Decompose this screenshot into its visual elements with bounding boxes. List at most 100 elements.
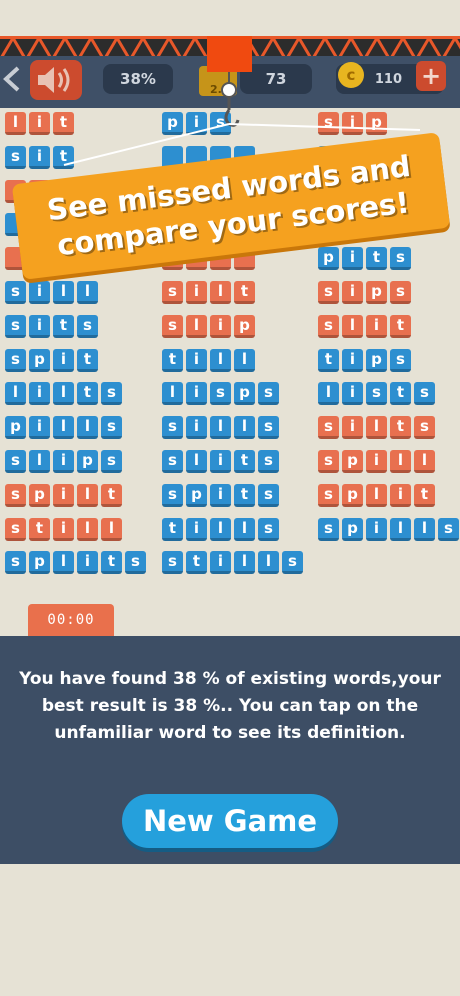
letter-tile: s: [77, 314, 98, 338]
letter-tile: l: [186, 450, 207, 473]
letter-tile: s: [162, 551, 183, 575]
letter-tile: l: [414, 450, 435, 473]
letter-tile: s: [390, 348, 411, 372]
letter-tile: s: [366, 382, 387, 406]
letter-tile: l: [414, 517, 435, 541]
letter-tile: i: [210, 450, 231, 473]
letter-tile: s: [162, 450, 183, 473]
letter-tile: l: [77, 483, 98, 507]
word-entry[interactable]: spits: [162, 483, 279, 507]
letter-tile: t: [414, 483, 435, 507]
letter-tile: s: [101, 416, 122, 440]
letter-tile: s: [162, 483, 183, 507]
letter-tile: l: [53, 382, 74, 406]
word-entry[interactable]: lilts: [5, 382, 122, 406]
word-entry[interactable]: tills: [162, 517, 279, 541]
word-entry[interactable]: slip: [162, 314, 255, 338]
letter-tile: i: [390, 483, 411, 507]
word-entry[interactable]: split: [318, 483, 435, 507]
letter-tile: s: [5, 348, 26, 372]
word-entry[interactable]: silts: [318, 416, 435, 440]
word-entry[interactable]: lists: [318, 382, 435, 406]
letter-tile: i: [210, 314, 231, 338]
letter-tile: l: [234, 348, 255, 372]
letter-tile: l: [162, 382, 183, 406]
word-entry[interactable]: slits: [162, 450, 279, 473]
letter-tile: s: [438, 517, 459, 541]
letter-tile: l: [390, 517, 411, 541]
letter-tile: l: [210, 416, 231, 440]
word-entry[interactable]: slips: [5, 450, 122, 473]
letter-tile: s: [162, 416, 183, 440]
letter-tile: i: [53, 517, 74, 541]
letter-tile: i: [186, 348, 207, 372]
word-entry[interactable]: lisps: [162, 382, 279, 406]
letter-tile: t: [162, 348, 183, 372]
letter-tile: s: [101, 450, 122, 473]
word-entry[interactable]: spilt: [5, 483, 122, 507]
letter-tile: i: [186, 382, 207, 406]
letter-tile: s: [258, 517, 279, 541]
letter-tile: s: [258, 483, 279, 507]
letter-tile: l: [210, 517, 231, 541]
letter-tile: i: [53, 483, 74, 507]
word-entry[interactable]: still: [5, 517, 122, 541]
word-entry[interactable]: spill: [318, 450, 435, 473]
letter-tile: i: [342, 348, 363, 372]
letter-tile: i: [29, 416, 50, 440]
letter-tile: i: [366, 450, 387, 473]
letter-tile: i: [77, 551, 98, 575]
letter-tile: s: [258, 382, 279, 406]
letter-tile: t: [390, 416, 411, 440]
word-entry[interactable]: stills: [162, 551, 303, 575]
word-entry[interactable]: spills: [318, 517, 459, 541]
letter-tile: l: [318, 382, 339, 406]
letter-tile: p: [5, 416, 26, 440]
letter-tile: p: [29, 348, 50, 372]
letter-tile: l: [29, 450, 50, 473]
word-entry[interactable]: splits: [5, 551, 146, 575]
letter-tile: s: [5, 517, 26, 541]
letter-tile: p: [366, 348, 387, 372]
letter-tile: l: [258, 551, 279, 575]
letter-tile: l: [390, 450, 411, 473]
letter-tile: p: [234, 314, 255, 338]
word-entry[interactable]: sits: [5, 314, 98, 338]
letter-tile: s: [5, 483, 26, 507]
letter-tile: l: [77, 416, 98, 440]
letter-tile: l: [53, 551, 74, 575]
word-entry[interactable]: pills: [5, 416, 122, 440]
word-entry[interactable]: tips: [318, 348, 411, 372]
letter-tile: i: [342, 382, 363, 406]
letter-tile: i: [210, 483, 231, 507]
letter-tile: t: [390, 382, 411, 406]
word-entry[interactable]: sills: [162, 416, 279, 440]
letter-tile: s: [318, 517, 339, 541]
letter-tile: p: [77, 450, 98, 473]
letter-tile: t: [101, 483, 122, 507]
letter-tile: t: [29, 517, 50, 541]
word-entry[interactable]: slit: [318, 314, 411, 338]
letter-tile: s: [162, 314, 183, 338]
letter-tile: l: [366, 416, 387, 440]
letter-tile: s: [5, 314, 26, 338]
word-entry[interactable]: spit: [5, 348, 98, 372]
letter-tile: l: [366, 483, 387, 507]
letter-tile: t: [77, 382, 98, 406]
letter-tile: t: [390, 314, 411, 338]
letter-tile: p: [29, 483, 50, 507]
letter-tile: p: [234, 382, 255, 406]
letter-tile: i: [186, 416, 207, 440]
letter-tile: s: [318, 483, 339, 507]
letter-tile: s: [318, 314, 339, 338]
result-message: You have found 38 % of existing words,yo…: [19, 669, 441, 743]
letter-tile: l: [342, 314, 363, 338]
letter-tile: p: [342, 517, 363, 541]
word-entry[interactable]: till: [162, 348, 255, 372]
letter-tile: s: [258, 450, 279, 473]
letter-tile: i: [342, 416, 363, 440]
letter-tile: i: [210, 551, 231, 575]
letter-tile: t: [234, 450, 255, 473]
letter-tile: t: [318, 348, 339, 372]
new-game-button[interactable]: New Game: [122, 794, 338, 848]
